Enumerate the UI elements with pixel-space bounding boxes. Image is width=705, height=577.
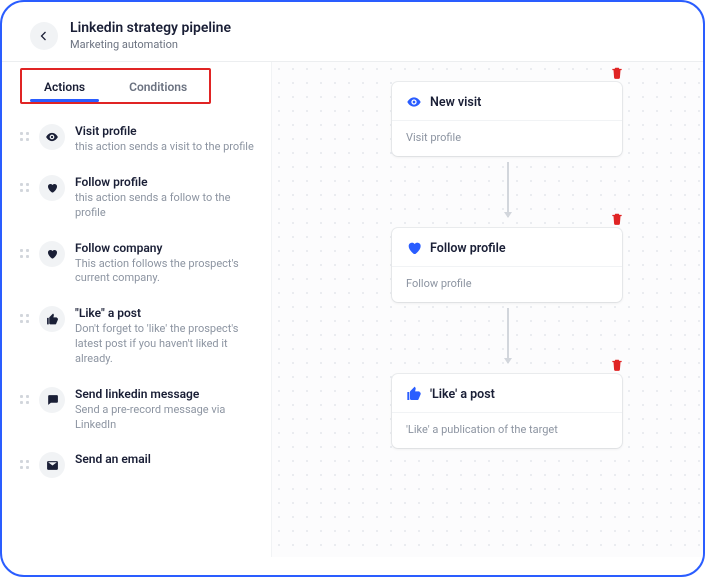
action-title: Follow profile (75, 175, 261, 189)
drag-handle-icon[interactable] (20, 249, 29, 258)
drag-handle-icon[interactable] (20, 460, 29, 469)
action-send-email[interactable]: Send an email (20, 442, 265, 488)
action-send-linkedin-message[interactable]: Send linkedin message Send a pre-record … (20, 377, 265, 443)
app-frame: Linkedin strategy pipeline Marketing aut… (0, 0, 705, 577)
node-title: New visit (430, 95, 481, 110)
node-body: 'Like' a publication of the target (392, 412, 622, 448)
connector-arrow (507, 308, 509, 363)
thumb-icon (39, 306, 65, 332)
action-title: Visit profile (75, 124, 254, 138)
thumb-icon (406, 386, 422, 402)
flow-node-new-visit[interactable]: New visit Visit profile (392, 82, 622, 156)
heart-icon (39, 175, 65, 201)
heart-icon (39, 241, 65, 267)
tab-actions[interactable]: Actions (22, 70, 107, 102)
back-button[interactable] (30, 22, 58, 50)
flow-canvas[interactable]: New visit Visit profile Follow profile F… (272, 62, 703, 557)
node-title: Follow profile (430, 241, 506, 256)
drag-handle-icon[interactable] (20, 395, 29, 404)
action-follow-company[interactable]: Follow company This action follows the p… (20, 231, 265, 297)
action-like-post[interactable]: "Like" a post Don't forget to 'like' the… (20, 296, 265, 377)
trash-icon[interactable] (610, 66, 624, 80)
page-subtitle: Marketing automation (70, 38, 231, 51)
action-desc: Send a pre-record message via LinkedIn (75, 403, 261, 433)
header: Linkedin strategy pipeline Marketing aut… (2, 20, 703, 62)
node-title: 'Like' a post (430, 387, 495, 402)
trash-icon[interactable] (610, 212, 624, 226)
action-title: Follow company (75, 241, 261, 255)
action-title: "Like" a post (75, 306, 261, 320)
drag-handle-icon[interactable] (20, 314, 29, 323)
tabs: Actions Conditions (20, 68, 211, 104)
page-title: Linkedin strategy pipeline (70, 20, 231, 36)
message-icon (39, 387, 65, 413)
node-body: Follow profile (392, 266, 622, 302)
tab-conditions[interactable]: Conditions (107, 70, 209, 102)
node-body: Visit profile (392, 120, 622, 156)
eye-icon (406, 94, 422, 110)
eye-icon (39, 124, 65, 150)
drag-handle-icon[interactable] (20, 132, 29, 141)
flow-node-like-post[interactable]: 'Like' a post 'Like' a publication of th… (392, 374, 622, 448)
action-title: Send linkedin message (75, 387, 261, 401)
left-panel: Actions Conditions Visit profile this ac… (2, 62, 272, 557)
action-desc: Don't forget to 'like' the prospect's la… (75, 322, 261, 367)
heart-icon (406, 240, 422, 256)
mail-icon (39, 452, 65, 478)
action-desc: This action follows the prospect's curre… (75, 257, 261, 287)
trash-icon[interactable] (610, 358, 624, 372)
flow-node-follow-profile[interactable]: Follow profile Follow profile (392, 228, 622, 302)
action-visit-profile[interactable]: Visit profile this action sends a visit … (20, 114, 265, 165)
action-desc: this action sends a visit to the profile (75, 140, 254, 155)
action-list[interactable]: Visit profile this action sends a visit … (20, 108, 271, 557)
action-desc: this action sends a follow to the profil… (75, 191, 261, 221)
action-follow-profile[interactable]: Follow profile this action sends a follo… (20, 165, 265, 231)
connector-arrow (507, 162, 509, 217)
drag-handle-icon[interactable] (20, 183, 29, 192)
action-title: Send an email (75, 452, 151, 466)
